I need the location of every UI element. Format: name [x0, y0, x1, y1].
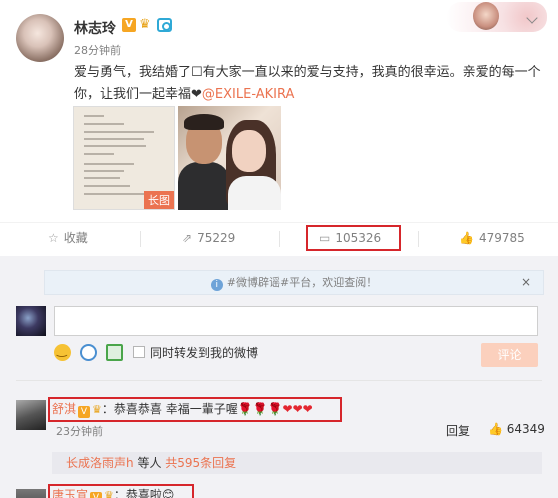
handwriting-line [84, 145, 146, 147]
sub-reply-middle: 等人 [137, 456, 162, 470]
photo-figure [228, 176, 281, 210]
sub-replies-text: 长成洛雨声h 等人 共595条回复 [66, 452, 236, 474]
current-user-avatar[interactable] [16, 306, 46, 336]
photo-figure [178, 162, 230, 210]
mention-link[interactable]: @EXILE-AKIRA [202, 87, 294, 102]
submit-comment-button[interactable]: 评论 [481, 343, 538, 367]
star-icon: ☆ [48, 231, 59, 245]
comment-time: 23分钟前 [56, 425, 103, 438]
notice-text[interactable]: #微博辟谣#平台，欢迎查阅！ [227, 276, 377, 289]
comment-input[interactable] [54, 306, 538, 336]
handwriting-line [84, 193, 144, 195]
photo-figure [232, 130, 266, 172]
commenter-avatar[interactable] [16, 400, 46, 430]
post-image-letter[interactable]: 长图 [73, 106, 175, 210]
author-avatar[interactable] [16, 14, 64, 62]
like-count: 479785 [478, 231, 525, 245]
repost-count: 75229 [197, 231, 236, 245]
sub-reply-count-link[interactable]: 共595条回复 [165, 456, 236, 470]
handwriting-line [84, 138, 144, 140]
divider [16, 380, 542, 381]
post-text: 爱与勇气，我结婚了☐有大家一直以来的爱与支持，我真的很幸运。亲爱的每一个你，让我… [74, 62, 544, 106]
handwriting-line [84, 170, 124, 172]
divider [140, 231, 141, 247]
reply-link[interactable]: 回复 [446, 422, 470, 439]
sub-replies-summary[interactable]: 长成洛雨声h 等人 共595条回复 [52, 452, 542, 474]
handwriting-line [84, 153, 114, 155]
image-icon[interactable] [106, 344, 123, 361]
sub-reply-user[interactable]: 长成洛雨声h [66, 456, 134, 470]
comment-panel: i#微博辟谣#平台，欢迎查阅！ × 同时转发到我的微博 评论 舒淇V♛：恭喜恭喜… [0, 256, 558, 498]
handwriting-line [84, 131, 154, 133]
comment-like-count: 64349 [506, 422, 545, 436]
member-crown-icon[interactable]: ♛ [139, 17, 155, 33]
camera-badge-icon[interactable] [157, 18, 172, 32]
divider [279, 231, 280, 247]
thumbs-up-icon: 👍 [488, 422, 507, 436]
handwriting-line [84, 185, 130, 187]
repost-button[interactable]: ⇗ 75229 [182, 223, 235, 253]
divider [418, 231, 419, 247]
repost-icon: ⇗ [182, 231, 193, 245]
weibo-post: 林志玲 V ♛ 28分钟前 爱与勇气，我结婚了☐有大家一直以来的爱与支持，我真的… [0, 0, 558, 222]
decoration-portrait [473, 2, 499, 30]
photo-figure [184, 114, 224, 130]
highlight-box [48, 397, 342, 422]
favorite-button[interactable]: ☆ 收藏 [48, 223, 88, 253]
favorite-label: 收藏 [63, 231, 88, 245]
handwriting-line [84, 123, 124, 125]
like-button[interactable]: 👍 479785 [459, 223, 525, 253]
post-image-couple-photo[interactable] [178, 106, 281, 210]
repost-checkbox[interactable] [133, 346, 145, 358]
close-icon[interactable]: × [521, 271, 531, 294]
highlight-box [306, 225, 401, 251]
post-body-text: 爱与勇气，我结婚了☐有大家一直以来的爱与支持，我真的很幸运。亲爱的每一个你，让我… [74, 65, 541, 102]
topic-icon[interactable] [80, 344, 97, 361]
rumor-notice-bar[interactable]: i #微博辟谣#平台，欢迎查阅！ × [44, 270, 544, 295]
post-time[interactable]: 28分钟前 [74, 42, 121, 58]
repost-checkbox-label[interactable]: 同时转发到我的微博 [150, 344, 258, 361]
action-bar: ☆ 收藏 ⇗ 75229 ▭ 105326 👍 479785 [0, 222, 558, 254]
comment-like-button[interactable]: 👍 64349 [488, 422, 545, 436]
highlight-box [48, 484, 194, 498]
handwriting-line [84, 115, 104, 117]
emoji-icon[interactable] [54, 343, 71, 361]
long-image-tag: 长图 [144, 191, 174, 209]
verified-badge-icon[interactable]: V [122, 18, 136, 32]
handwriting-line [84, 177, 120, 179]
handwriting-line [84, 163, 134, 165]
author-name[interactable]: 林志玲 [74, 18, 116, 38]
thumbs-up-icon: 👍 [459, 231, 474, 245]
info-icon: i [210, 279, 223, 291]
commenter-avatar[interactable] [16, 489, 46, 498]
